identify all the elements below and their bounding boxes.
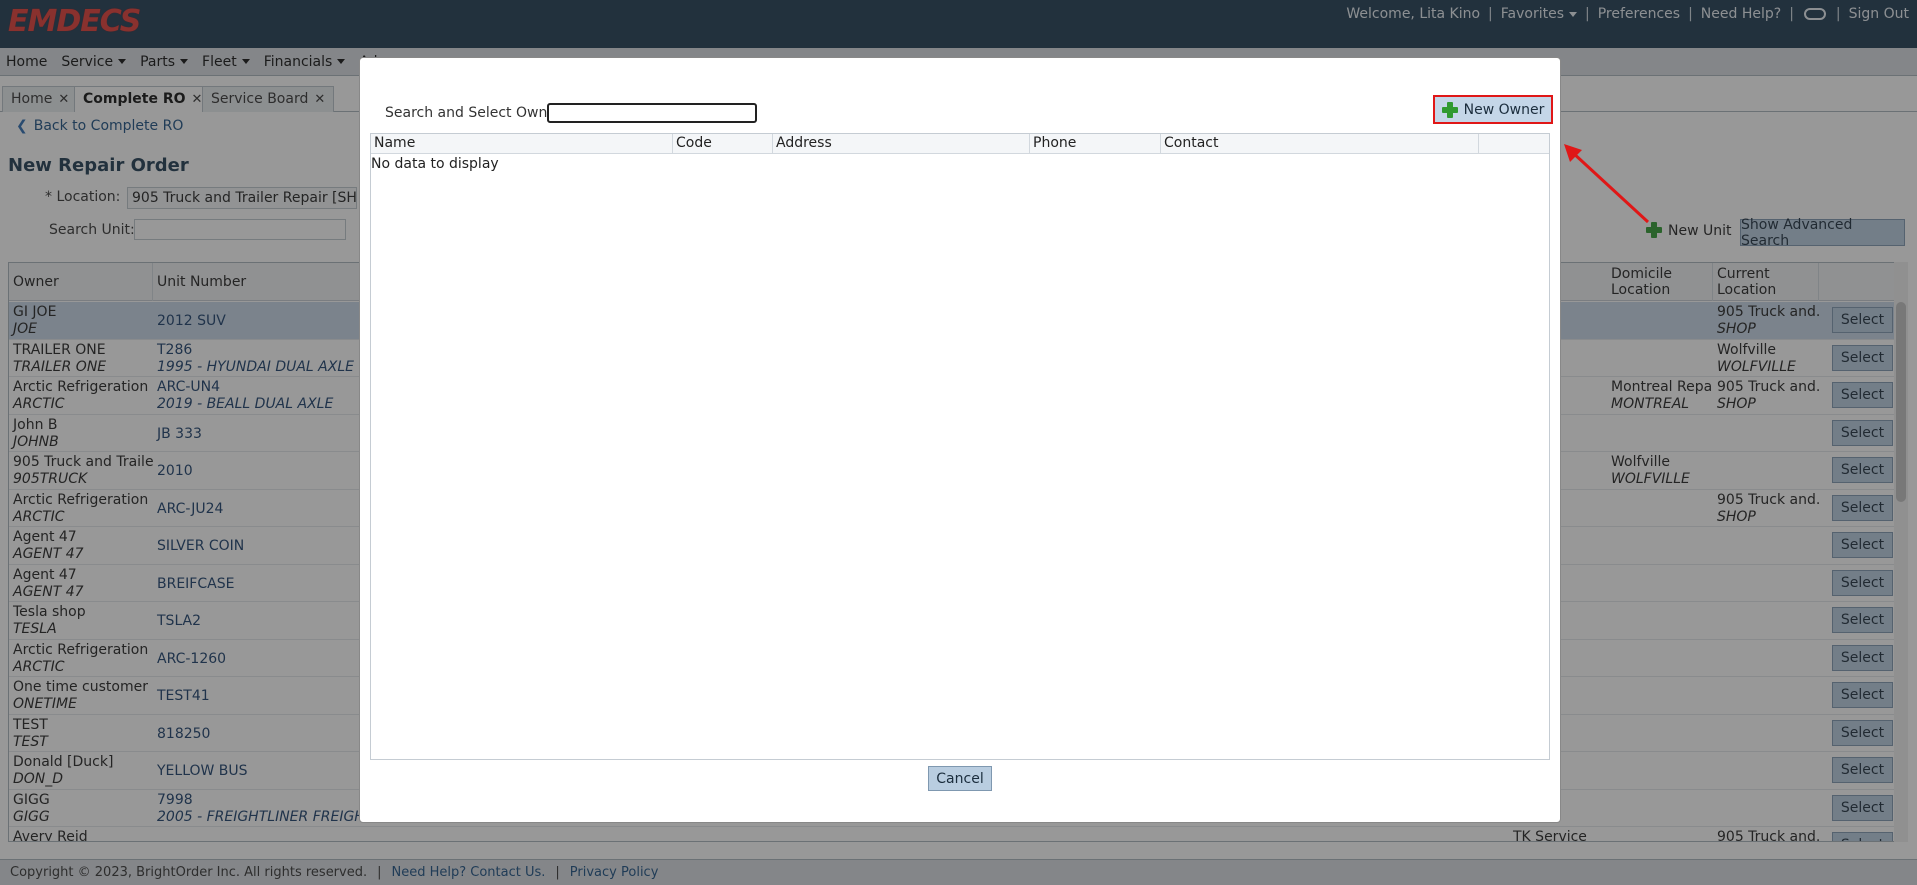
col-contact[interactable]: Contact [1161,134,1479,154]
col-phone[interactable]: Phone [1030,134,1161,154]
empty-message: No data to display [371,156,499,172]
search-owner-label: Search and Select Owner [385,105,562,121]
annotation-arrow-icon [1564,144,1650,224]
new-owner-button[interactable]: New Owner [1433,95,1553,124]
grid-header: Name Code Address Phone Contact [371,134,1549,154]
plus-icon [1441,101,1458,118]
search-owner-input[interactable] [547,103,757,123]
col-code[interactable]: Code [673,134,773,154]
select-owner-dialog: Search and Select Owner New Owner Name C… [359,57,1561,823]
cancel-button[interactable]: Cancel [928,766,992,791]
col-name[interactable]: Name [371,134,673,154]
owner-grid: Name Code Address Phone Contact No data … [370,133,1550,760]
col-address[interactable]: Address [773,134,1030,154]
